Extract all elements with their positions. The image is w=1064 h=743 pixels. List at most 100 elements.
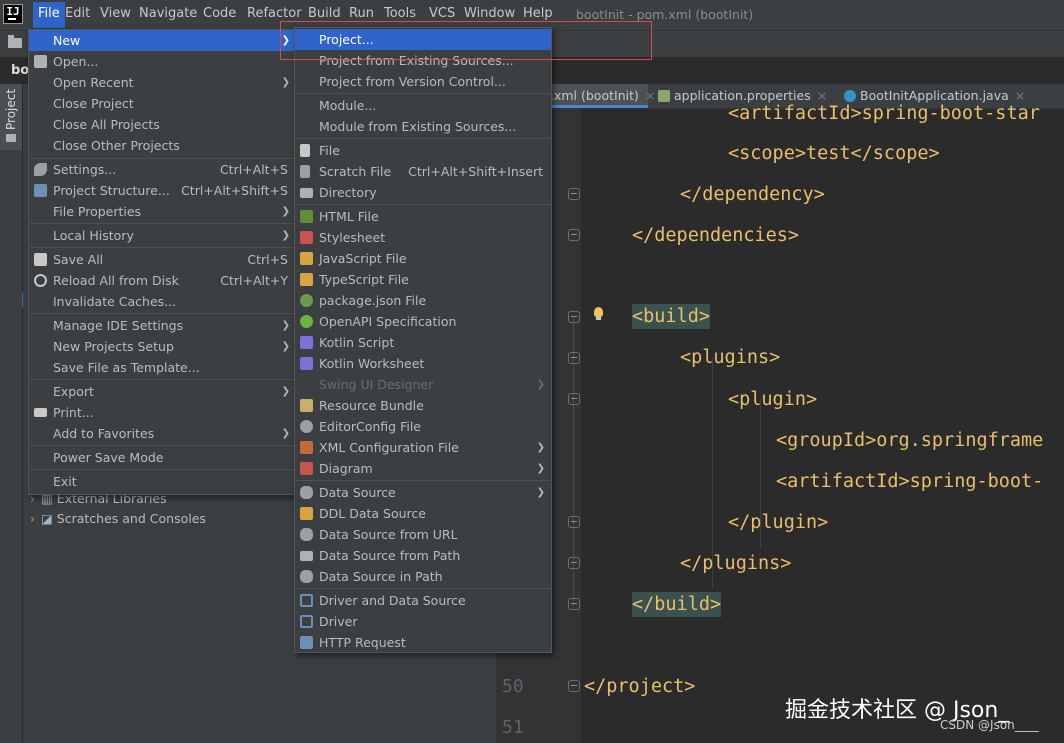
new-http-request[interactable]: HTTP Request bbox=[295, 632, 551, 653]
fold-icon[interactable] bbox=[568, 393, 580, 405]
new-driver[interactable]: Driver bbox=[295, 611, 551, 632]
menu-refactor[interactable]: Refactor bbox=[247, 6, 302, 21]
tab-pom-xml[interactable]: .xml (bootInit) × bbox=[550, 84, 655, 108]
intellij-logo-icon[interactable]: IJ bbox=[3, 4, 23, 24]
new-data-source[interactable]: Data Source ❯ bbox=[295, 482, 551, 503]
fold-icon[interactable] bbox=[568, 516, 580, 528]
fold-icon[interactable] bbox=[568, 311, 580, 323]
menu-tools[interactable]: Tools bbox=[384, 6, 416, 21]
code-line: </build> bbox=[632, 592, 722, 617]
code-line: <scope>test</scope> bbox=[728, 143, 940, 164]
file-menu-project-structure[interactable]: Project Structure... Ctrl+Alt+Shift+S bbox=[29, 180, 296, 201]
close-icon[interactable]: × bbox=[817, 88, 827, 103]
new-project-from-vcs[interactable]: Project from Version Control... bbox=[295, 71, 551, 92]
file-menu-save-all[interactable]: Save All Ctrl+S bbox=[29, 249, 296, 270]
new-file[interactable]: File bbox=[295, 140, 551, 161]
file-menu-save-as-template[interactable]: Save File as Template... bbox=[29, 357, 296, 378]
new-xml-config-file[interactable]: XML Configuration File ❯ bbox=[295, 437, 551, 458]
menu-vcs[interactable]: VCS bbox=[429, 6, 455, 21]
new-package-json[interactable]: package.json File bbox=[295, 290, 551, 311]
reload-icon bbox=[34, 274, 47, 287]
file-menu-invalidate-caches[interactable]: Invalidate Caches... bbox=[29, 291, 296, 312]
kotlin-icon bbox=[300, 336, 313, 349]
file-menu-close-all-projects[interactable]: Close All Projects bbox=[29, 114, 296, 135]
file-menu-settings[interactable]: Settings... Ctrl+Alt+S bbox=[29, 159, 296, 180]
folder-icon[interactable] bbox=[8, 35, 22, 48]
chevron-right-icon: ❯ bbox=[281, 206, 290, 217]
menu-code[interactable]: Code bbox=[203, 6, 236, 21]
close-icon[interactable]: × bbox=[1015, 88, 1025, 103]
fold-icon[interactable] bbox=[568, 680, 580, 692]
new-module-from-existing[interactable]: Module from Existing Sources... bbox=[295, 116, 551, 137]
project-tool-window-button[interactable]: Project bbox=[0, 84, 22, 150]
new-kotlin-script[interactable]: Kotlin Script bbox=[295, 332, 551, 353]
file-menu-open-recent[interactable]: Open Recent ❯ bbox=[29, 72, 296, 93]
line-number: 51 bbox=[502, 717, 524, 738]
file-menu-exit[interactable]: Exit bbox=[29, 471, 296, 492]
project-name: bo bbox=[11, 63, 30, 78]
file-menu-file-properties[interactable]: File Properties ❯ bbox=[29, 201, 296, 222]
project-structure-icon bbox=[34, 184, 47, 197]
menu-edit[interactable]: Edit bbox=[65, 6, 90, 21]
file-menu-close-project[interactable]: Close Project bbox=[29, 93, 296, 114]
new-javascript-file[interactable]: JavaScript File bbox=[295, 248, 551, 269]
diagram-icon bbox=[300, 462, 313, 475]
print-icon bbox=[34, 408, 47, 417]
new-typescript-file[interactable]: TypeScript File bbox=[295, 269, 551, 290]
menu-file[interactable]: File bbox=[33, 2, 65, 28]
new-module[interactable]: Module... bbox=[295, 95, 551, 116]
driver-icon bbox=[300, 594, 313, 607]
fold-icon[interactable] bbox=[568, 229, 580, 241]
menu-separator bbox=[30, 313, 295, 314]
new-openapi-spec[interactable]: OpenAPI Specification bbox=[295, 311, 551, 332]
menu-run[interactable]: Run bbox=[349, 6, 374, 21]
file-menu-new[interactable]: New ❯ bbox=[29, 30, 296, 51]
menu-build[interactable]: Build bbox=[308, 6, 341, 21]
new-diagram[interactable]: Diagram ❯ bbox=[295, 458, 551, 479]
new-kotlin-worksheet[interactable]: Kotlin Worksheet bbox=[295, 353, 551, 374]
file-menu-reload-all[interactable]: Reload All from Disk Ctrl+Alt+Y bbox=[29, 270, 296, 291]
file-menu-print[interactable]: Print... bbox=[29, 402, 296, 423]
driver-icon bbox=[300, 615, 313, 628]
new-html-file[interactable]: HTML File bbox=[295, 206, 551, 227]
lightbulb-icon[interactable] bbox=[594, 307, 603, 320]
file-menu-close-other-projects[interactable]: Close Other Projects bbox=[29, 135, 296, 156]
ddl-icon bbox=[300, 507, 313, 520]
tree-item-scratches[interactable]: › ◪ Scratches and Consoles bbox=[30, 511, 206, 526]
fold-icon[interactable] bbox=[568, 352, 580, 364]
menu-separator bbox=[296, 480, 550, 481]
file-menu-add-to-favorites[interactable]: Add to Favorites ❯ bbox=[29, 423, 296, 444]
menu-window[interactable]: Window bbox=[464, 6, 515, 21]
menu-navigate[interactable]: Navigate bbox=[139, 6, 197, 21]
code-line: </project> bbox=[584, 676, 696, 697]
fold-icon[interactable] bbox=[568, 557, 580, 569]
java-class-icon bbox=[844, 90, 856, 102]
file-menu-new-projects-setup[interactable]: New Projects Setup ❯ bbox=[29, 336, 296, 357]
new-data-source-from-path[interactable]: Data Source from Path bbox=[295, 545, 551, 566]
file-menu-open[interactable]: Open... bbox=[29, 51, 296, 72]
close-icon[interactable]: × bbox=[645, 88, 655, 103]
new-driver-and-data-source[interactable]: Driver and Data Source bbox=[295, 590, 551, 611]
resource-bundle-icon bbox=[300, 399, 313, 412]
file-menu-power-save-mode[interactable]: Power Save Mode bbox=[29, 447, 296, 468]
fold-icon[interactable] bbox=[568, 598, 580, 610]
menu-view[interactable]: View bbox=[100, 6, 131, 21]
scratch-file-icon bbox=[300, 165, 310, 178]
file-menu-export[interactable]: Export ❯ bbox=[29, 381, 296, 402]
nodejs-icon bbox=[300, 294, 313, 307]
new-data-source-from-url[interactable]: Data Source from URL bbox=[295, 524, 551, 545]
chevron-right-icon: ❯ bbox=[281, 230, 290, 241]
file-menu-manage-ide-settings[interactable]: Manage IDE Settings ❯ bbox=[29, 315, 296, 336]
new-stylesheet[interactable]: Stylesheet bbox=[295, 227, 551, 248]
fold-icon[interactable] bbox=[568, 188, 580, 200]
new-scratch-file[interactable]: Scratch File Ctrl+Alt+Shift+Insert bbox=[295, 161, 551, 182]
js-file-icon bbox=[300, 252, 313, 265]
new-data-source-in-path[interactable]: Data Source in Path bbox=[295, 566, 551, 587]
code-line: </dependency> bbox=[680, 184, 825, 205]
new-editorconfig-file[interactable]: EditorConfig File bbox=[295, 416, 551, 437]
new-resource-bundle[interactable]: Resource Bundle bbox=[295, 395, 551, 416]
new-ddl-data-source[interactable]: DDL Data Source bbox=[295, 503, 551, 524]
new-directory[interactable]: Directory bbox=[295, 182, 551, 203]
menu-help[interactable]: Help bbox=[523, 6, 553, 21]
file-menu-local-history[interactable]: Local History ❯ bbox=[29, 225, 296, 246]
